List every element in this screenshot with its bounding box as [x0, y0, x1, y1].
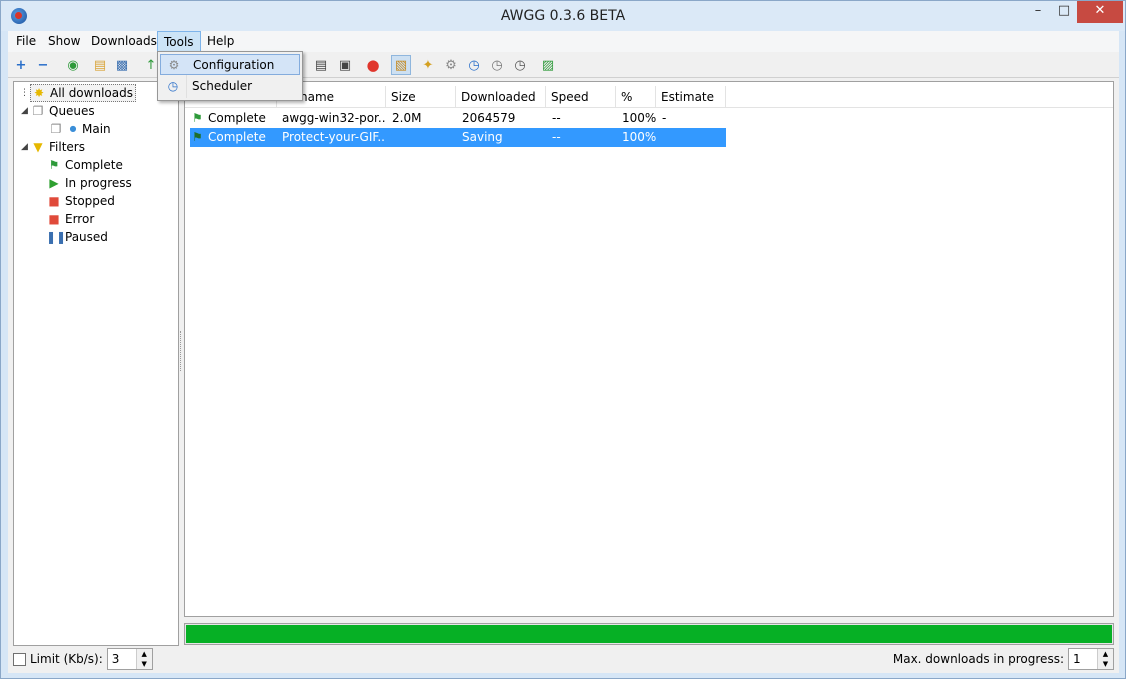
spin-down-icon[interactable]: ▼ [1098, 659, 1113, 669]
error-icon: ■ [48, 212, 60, 226]
tree-filter-complete[interactable]: ⚑ Complete [46, 156, 123, 174]
web-icon[interactable]: ◉ [63, 55, 83, 75]
row-percent: 100% [622, 111, 657, 125]
menu-file[interactable]: File [10, 31, 42, 52]
spin-up-icon[interactable]: ▲ [1098, 649, 1113, 659]
tree-filter-paused[interactable]: ❚❚ Paused [46, 228, 108, 246]
stop-all-icon[interactable]: ● [363, 55, 383, 75]
row-downloaded: Saving [462, 130, 503, 144]
tree-queue-main[interactable]: ❐ ● Main [48, 120, 111, 138]
menu-downloads[interactable]: Downloads [85, 31, 163, 52]
clock-icon: ◷ [167, 79, 179, 93]
remove-download-icon[interactable]: − [33, 55, 53, 75]
queue-icon: ❐ [50, 122, 62, 136]
download-list: name Size Downloaded Speed % Estimate ⚑ … [184, 81, 1114, 617]
dot-icon: ● [69, 124, 77, 133]
max-downloads-value[interactable]: 1 [1069, 652, 1097, 666]
row-downloaded: 2064579 [462, 111, 516, 125]
tree-connector: ⋮ [20, 88, 29, 98]
maximize-button[interactable]: □ [1051, 1, 1077, 23]
tree-filter-stopped[interactable]: ■ Stopped [46, 192, 115, 210]
tree-filter-in-progress[interactable]: ▶ In progress [46, 174, 131, 192]
col-estimate[interactable]: Estimate [656, 86, 726, 108]
progress-fill [186, 625, 1112, 643]
col-size[interactable]: Size [386, 86, 456, 108]
row-speed: -- [552, 111, 561, 125]
row-name: awgg-win32-por... [282, 111, 386, 125]
scheduler-clock-icon[interactable]: ◷ [464, 55, 484, 75]
stop-scheduler-icon[interactable]: ◷ [510, 55, 530, 75]
row-name: Protect-your-GIF... [282, 130, 386, 144]
spin-down-icon[interactable]: ▼ [136, 659, 152, 669]
row-estimate [662, 128, 722, 147]
clean-icon[interactable]: ✦ [418, 55, 438, 75]
alarm-clock-icon[interactable]: ◷ [487, 55, 507, 75]
menu-show[interactable]: Show [42, 31, 86, 52]
collapse-icon[interactable]: ◢ [21, 106, 28, 116]
col-speed[interactable]: Speed [546, 86, 616, 108]
add-download-icon[interactable]: + [11, 55, 31, 75]
title-bar[interactable]: AWGG 0.3.6 BETA – □ ✕ [1, 1, 1125, 31]
row-speed: -- [552, 130, 561, 144]
row-status: Complete [208, 111, 266, 125]
tree-filter-error[interactable]: ■ Error [46, 210, 94, 228]
filter-funnel-icon: ▼ [33, 140, 43, 154]
close-button[interactable]: ✕ [1077, 1, 1123, 23]
panel-splitter[interactable] [180, 331, 183, 371]
open-folder-icon[interactable]: ▤ [90, 55, 110, 75]
menu-bar: File Show Downloads Tools Help [8, 31, 1119, 52]
row-size: 2.0M [392, 111, 422, 125]
max-downloads-group: Max. downloads in progress: 1 ▲ ▼ [893, 648, 1114, 670]
tree-all-downloads[interactable]: ✸ All downloads [30, 84, 136, 102]
app-window: AWGG 0.3.6 BETA – □ ✕ File Show Download… [0, 0, 1126, 679]
speed-limit-group: Limit (Kb/s): 3 ▲ ▼ [13, 648, 153, 670]
pause-icon: ❚❚ [46, 230, 67, 244]
limit-spinner[interactable]: 3 ▲ ▼ [106, 648, 153, 670]
settings-gear-icon[interactable]: ⚙ [441, 55, 461, 75]
row-size [392, 128, 458, 147]
overall-progress-bar [184, 623, 1114, 645]
flag-icon: ⚑ [192, 130, 203, 144]
list-icon[interactable]: ▤ [311, 55, 331, 75]
row-estimate: - [662, 111, 667, 125]
exit-icon[interactable]: ▨ [538, 55, 558, 75]
gear-icon: ⚙ [168, 58, 180, 72]
menu-item-configuration[interactable]: ⚙ Configuration [160, 54, 300, 75]
stop-icon: ■ [48, 194, 60, 208]
star-icon: ✸ [33, 86, 45, 100]
minimize-button[interactable]: – [1025, 1, 1051, 23]
limit-value[interactable]: 3 [108, 652, 136, 666]
category-tree: ⋮ ✸ All downloads ◢ ❐ Queues ❐ ● Main ◢ … [13, 81, 179, 646]
table-row[interactable]: ⚑ Complete awgg-win32-por... 2.0M 206457… [190, 109, 726, 128]
save-icon[interactable]: ▩ [112, 55, 132, 75]
tree-filters[interactable]: ▼ Filters [30, 138, 85, 156]
limit-label: Limit (Kb/s): [30, 652, 103, 666]
col-percent[interactable]: % [616, 86, 656, 108]
tree-queues[interactable]: ❐ Queues [30, 102, 95, 120]
menu-help[interactable]: Help [201, 31, 240, 52]
window-title: AWGG 0.3.6 BETA [500, 8, 626, 24]
client-area: File Show Downloads Tools Help + − ◉ ▤ ▩… [8, 31, 1119, 673]
spin-up-icon[interactable]: ▲ [136, 649, 152, 659]
row-status: Complete [208, 130, 266, 144]
play-icon: ▶ [49, 176, 59, 190]
flag-icon: ⚑ [192, 111, 203, 125]
tools-menu-dropdown: ⚙ Configuration ◷ Scheduler [157, 51, 303, 101]
row-percent: 100% [622, 130, 657, 144]
clipboard-icon[interactable]: ▧ [391, 55, 411, 75]
queues-icon: ❐ [32, 104, 44, 118]
flag-icon: ⚑ [48, 158, 60, 172]
menu-item-scheduler[interactable]: ◷ Scheduler [160, 76, 300, 97]
collapse-icon[interactable]: ◢ [21, 142, 28, 152]
max-downloads-spinner[interactable]: 1 ▲ ▼ [1068, 648, 1114, 670]
limit-checkbox[interactable] [13, 652, 26, 666]
max-downloads-label: Max. downloads in progress: [892, 652, 1064, 666]
col-downloaded[interactable]: Downloaded [456, 86, 546, 108]
table-row[interactable]: ⚑ Complete Protect-your-GIF... Saving --… [190, 128, 726, 147]
menu-tools[interactable]: Tools [157, 31, 201, 52]
details-icon[interactable]: ▣ [335, 55, 355, 75]
list-header: name Size Downloaded Speed % Estimate [185, 86, 1113, 108]
